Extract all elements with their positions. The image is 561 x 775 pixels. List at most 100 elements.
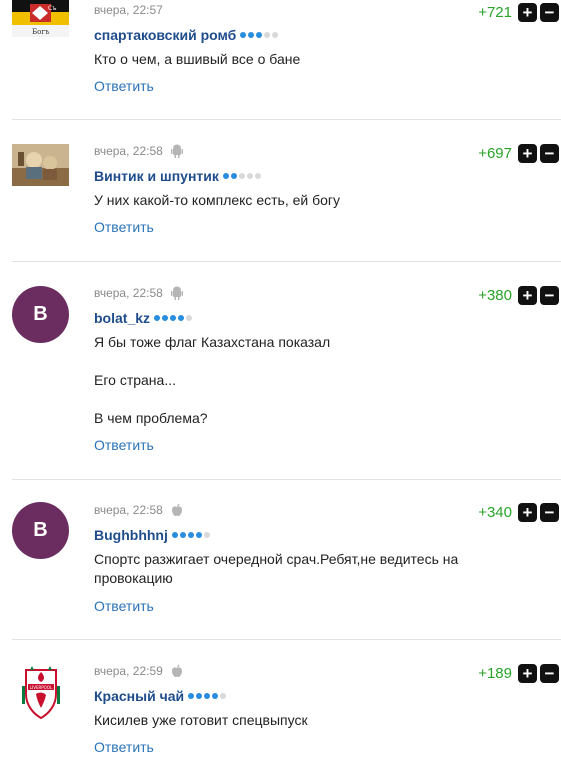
downvote-button[interactable]: − (540, 3, 559, 22)
reply-link[interactable]: Ответить (94, 598, 154, 614)
comment-line: Кисилев уже готовит спецвыпуск (94, 712, 308, 728)
rating-dot (204, 693, 211, 699)
author-name[interactable]: спартаковский ромб (94, 27, 236, 43)
upvote-button[interactable]: + (518, 3, 537, 22)
vote-block: +340 + − (478, 503, 559, 522)
comment-line: Кто о чем, а вшивый все о бане (94, 51, 301, 67)
rating-dot (212, 693, 219, 699)
comment-line: В чем проблема? (94, 410, 208, 426)
score: +697 (478, 145, 512, 162)
crest-text: LIVERPOOL (30, 685, 53, 690)
comment-line: Спортс разжигает очередной срач.Ребят,не… (94, 551, 459, 586)
plus-icon: + (522, 503, 533, 522)
rating-dot (238, 173, 245, 179)
downvote-button[interactable]: − (540, 664, 559, 683)
reply-link[interactable]: Ответить (94, 437, 154, 453)
score: +721 (478, 4, 512, 21)
vote-block: +721 + − (478, 3, 559, 22)
rating-dot (187, 532, 194, 538)
avatar[interactable]: B (12, 286, 69, 343)
author-name[interactable]: bolat_kz (94, 310, 150, 326)
rating-dot (188, 693, 195, 699)
divider (12, 639, 561, 640)
divider (12, 479, 561, 480)
user-rating (154, 315, 193, 321)
minus-icon: − (544, 286, 555, 305)
rating-dot (264, 32, 271, 38)
timestamp: вчера, 22:57 (94, 3, 163, 17)
android-icon (170, 144, 183, 158)
apple-icon (171, 503, 182, 516)
divider (12, 261, 561, 262)
rating-dot (196, 693, 203, 699)
minus-icon: − (544, 3, 555, 22)
rating-dot (248, 32, 255, 38)
avatar[interactable]: B (12, 502, 69, 559)
user-rating (240, 32, 279, 38)
rating-dot (272, 32, 279, 38)
avatar-letter: B (33, 519, 48, 541)
author-link[interactable]: Красный чай (94, 688, 227, 704)
rating-dot (220, 693, 227, 699)
upvote-button[interactable]: + (518, 503, 537, 522)
rating-dot (179, 532, 186, 538)
upvote-button[interactable]: + (518, 286, 537, 305)
author-name[interactable]: Винтик и шпунтик (94, 168, 219, 184)
cartoon-avatar-icon (12, 144, 69, 186)
plus-icon: + (522, 3, 533, 22)
author-link[interactable]: bolat_kz (94, 310, 193, 326)
upvote-button[interactable]: + (518, 664, 537, 683)
avatar[interactable]: Съ Богъ (12, 0, 69, 37)
author-link[interactable]: спартаковский ромб (94, 27, 279, 43)
user-rating (188, 693, 227, 699)
svg-text:Съ: Съ (48, 5, 56, 12)
android-icon (170, 286, 183, 300)
downvote-button[interactable]: − (540, 503, 559, 522)
timestamp: вчера, 22:59 (94, 664, 163, 678)
avatar[interactable]: LIVERPOOL (18, 664, 64, 720)
author-link[interactable]: Винтик и шпунтик (94, 168, 261, 184)
comment-text: Кисилев уже готовит спецвыпуск (94, 711, 514, 730)
vote-block: +189 + − (478, 664, 559, 683)
comment-text: Кто о чем, а вшивый все о бане (94, 50, 514, 69)
score: +380 (478, 287, 512, 304)
comment-meta: вчера, 22:57 (94, 3, 163, 17)
reply-link[interactable]: Ответить (94, 739, 154, 755)
avatar-letter: B (33, 303, 48, 325)
divider (12, 119, 561, 120)
comment-line: Я бы тоже флаг Казахстана показал (94, 334, 331, 350)
rating-dot (162, 315, 169, 321)
comment-meta: вчера, 22:58 (94, 286, 183, 300)
score: +189 (478, 665, 512, 682)
author-name[interactable]: Красный чай (94, 688, 184, 704)
rating-dot (240, 32, 247, 38)
rating-dot (246, 173, 253, 179)
timestamp: вчера, 22:58 (94, 286, 163, 300)
comment-text: Я бы тоже флаг Казахстана показал Его ст… (94, 333, 514, 428)
liverpool-crest-icon: LIVERPOOL (22, 666, 60, 720)
rating-dot (186, 315, 193, 321)
avatar-caption: Богъ (32, 28, 50, 36)
rating-dot (178, 315, 185, 321)
comment-meta: вчера, 22:58 (94, 144, 183, 158)
avatar[interactable] (12, 144, 69, 186)
rating-dot (170, 315, 177, 321)
user-rating (171, 532, 210, 538)
downvote-button[interactable]: − (540, 144, 559, 163)
imperial-flag-avatar-icon: Съ Богъ (12, 0, 69, 37)
timestamp: вчера, 22:58 (94, 503, 163, 517)
plus-icon: + (522, 144, 533, 163)
downvote-button[interactable]: − (540, 286, 559, 305)
author-name[interactable]: Bughbhhnj (94, 527, 168, 543)
upvote-button[interactable]: + (518, 144, 537, 163)
reply-link[interactable]: Ответить (94, 78, 154, 94)
user-rating (222, 173, 261, 179)
comment-line: Его страна... (94, 372, 176, 388)
author-link[interactable]: Bughbhhnj (94, 527, 210, 543)
reply-link[interactable]: Ответить (94, 219, 154, 235)
score: +340 (478, 504, 512, 521)
minus-icon: − (544, 503, 555, 522)
rating-dot (203, 532, 210, 538)
minus-icon: − (544, 144, 555, 163)
comment-line: У них какой-то комплекс есть, ей богу (94, 192, 341, 208)
